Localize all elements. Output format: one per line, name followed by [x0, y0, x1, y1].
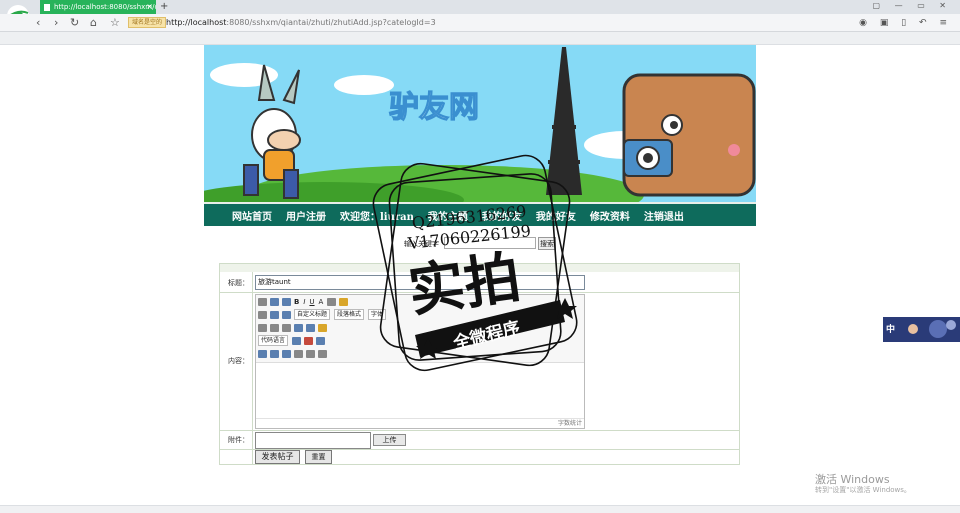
page-icon: [44, 4, 50, 11]
content-label: 内容：: [228, 357, 249, 365]
image-icon[interactable]: [318, 323, 327, 332]
row-divider: [220, 430, 739, 431]
nav-edit-profile[interactable]: 修改资料: [590, 208, 630, 223]
code-language-select[interactable]: 代码语言: [258, 335, 289, 346]
forward-icon[interactable]: ›: [54, 15, 58, 30]
url-path: :8080/sshxm/qiantai/zhuti/zhutiAdd.jsp?c…: [226, 18, 436, 27]
italic-button[interactable]: I: [303, 298, 305, 306]
address-bar: ‹ › ↻ ⌂ ☆ 域名是空的 http://localhost:8080/ss…: [0, 14, 960, 32]
bookmarks-bar: [0, 32, 960, 45]
back-icon[interactable]: ‹: [36, 15, 40, 30]
site-info-badge[interactable]: 域名是空的: [128, 17, 167, 28]
side-badge-art: [908, 320, 956, 338]
label-column-divider: [252, 272, 253, 464]
window-controls[interactable]: ▢ — ▭ ✕: [873, 1, 952, 10]
table-col-icon[interactable]: [270, 349, 279, 358]
reload-icon[interactable]: ↻: [70, 15, 79, 30]
submit-post-button[interactable]: 发表帖子: [255, 450, 300, 464]
url-field[interactable]: http://localhost:8080/sshxm/qiantai/zhut…: [166, 16, 436, 30]
align-left-icon[interactable]: [258, 323, 267, 332]
align-right-icon[interactable]: [282, 323, 291, 332]
nav-register[interactable]: 用户注册: [286, 208, 326, 223]
undo-icon[interactable]: [270, 297, 279, 306]
browser-tabbar: http://localhost:8080/sshxm/qi... × + ▢ …: [0, 0, 960, 14]
toolbar-row: B I U A: [258, 296, 351, 307]
clear-format-icon[interactable]: [258, 310, 267, 319]
toolbar-row: 代码语言: [258, 335, 328, 346]
insert-table-icon[interactable]: [292, 336, 302, 345]
new-tab-button[interactable]: +: [160, 0, 168, 13]
attachment-label: 附件：: [228, 436, 249, 444]
map-icon[interactable]: [316, 336, 326, 345]
table-row-icon[interactable]: [258, 349, 267, 358]
emoticon-icon[interactable]: [304, 336, 314, 345]
custom-title-select[interactable]: 自定义标题: [294, 309, 331, 320]
browser-tab[interactable]: http://localhost:8080/sshxm/qi... ×: [40, 0, 156, 14]
line-height-icon[interactable]: [282, 310, 291, 319]
nav-logout[interactable]: 注销退出: [644, 208, 684, 223]
list-icon[interactable]: [270, 310, 279, 319]
preview-icon[interactable]: [306, 349, 315, 358]
underline-button[interactable]: U: [309, 298, 314, 306]
toolbar-right-icons[interactable]: ◉ ▣ ▯ ↶ ≡: [859, 16, 952, 30]
nav-home[interactable]: 网站首页: [232, 208, 272, 223]
word-count: 字数统计: [557, 420, 582, 427]
search-replace-icon[interactable]: [318, 349, 327, 358]
floating-side-badge[interactable]: 中: [883, 317, 960, 342]
upload-button[interactable]: 上传: [373, 434, 406, 446]
bookmark-star-icon[interactable]: ☆: [110, 15, 120, 30]
merge-cells-icon[interactable]: [282, 349, 291, 358]
watermark-stamp: Q2196316269 V17060226199 实拍 全微程序: [372, 154, 578, 372]
tab-title: http://localhost:8080/sshxm/qi...: [54, 3, 156, 11]
font-color-button[interactable]: A: [319, 298, 324, 306]
banner-title: 驴友网: [389, 90, 479, 125]
browser-status-bar: [0, 505, 960, 513]
toolbar-row: [258, 348, 330, 359]
home-icon[interactable]: ⌂: [90, 15, 97, 30]
reset-button[interactable]: 重置: [305, 450, 332, 464]
tab-close-icon[interactable]: ×: [146, 0, 153, 14]
url-host: http://localhost: [166, 18, 227, 27]
bold-button[interactable]: B: [294, 298, 299, 306]
toolbar-row: [258, 322, 330, 333]
title-label: 标题：: [228, 279, 249, 287]
format-brush-icon[interactable]: [339, 297, 349, 306]
print-icon[interactable]: [294, 349, 303, 358]
anchor-icon[interactable]: [306, 323, 315, 332]
link-icon[interactable]: [294, 323, 303, 332]
redo-icon[interactable]: [282, 297, 291, 306]
source-icon[interactable]: [258, 297, 267, 306]
editor-status-bar: 字数统计: [256, 418, 584, 428]
align-center-icon[interactable]: [270, 323, 279, 332]
attachment-field[interactable]: [255, 432, 371, 449]
strikethrough-icon[interactable]: [327, 297, 337, 306]
windows-activation-hint: 转到"设置"以激活 Windows。: [815, 486, 911, 494]
